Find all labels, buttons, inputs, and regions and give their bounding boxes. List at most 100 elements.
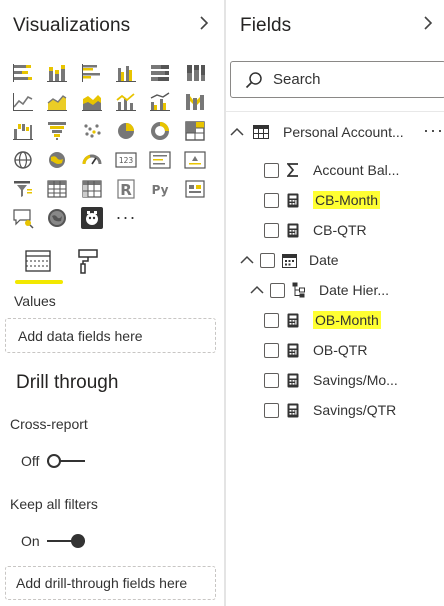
- drill-through-drop-well[interactable]: Add drill-through fields here: [5, 566, 216, 600]
- calculator-icon: [285, 342, 301, 358]
- field-label: Savings/Mo...: [313, 372, 398, 388]
- search-icon: [245, 71, 262, 88]
- key-influencers-icon[interactable]: [177, 174, 211, 203]
- stacked-column-chart-icon[interactable]: [40, 58, 74, 87]
- field-label: Account Bal...: [313, 162, 400, 178]
- field-row[interactable]: Savings/QTR: [226, 396, 444, 424]
- calculator-icon: [285, 402, 301, 418]
- waterfall-chart-icon[interactable]: [6, 116, 40, 145]
- field-row[interactable]: CB-Month: [226, 186, 444, 214]
- pie-chart-icon[interactable]: [109, 116, 143, 145]
- calculator-icon: [285, 222, 301, 238]
- visualization-gallery: 123 R Py ···: [6, 58, 218, 232]
- chevron-down-icon[interactable]: [230, 125, 244, 139]
- field-label: CB-QTR: [313, 222, 367, 238]
- card-icon[interactable]: 123: [109, 145, 143, 174]
- donut-chart-icon[interactable]: [143, 116, 177, 145]
- sigma-icon: [285, 162, 301, 178]
- ribbon-chart-icon[interactable]: [177, 87, 211, 116]
- area-chart-icon[interactable]: [40, 87, 74, 116]
- more-visuals-text: ···: [115, 207, 137, 227]
- field-row[interactable]: CB-QTR: [226, 216, 444, 244]
- search-input[interactable]: Search: [230, 61, 444, 98]
- drill-through-title: Drill through: [16, 372, 119, 393]
- tab-fields[interactable]: [18, 243, 58, 279]
- tab-format[interactable]: [68, 243, 108, 279]
- values-label: Values: [14, 293, 56, 309]
- treemap-icon[interactable]: [177, 116, 211, 145]
- field-row[interactable]: Account Bal...: [226, 156, 444, 184]
- more-options-icon[interactable]: ···: [423, 120, 444, 141]
- field-checkbox[interactable]: [264, 402, 279, 418]
- field-checkbox[interactable]: [264, 342, 279, 358]
- search-placeholder: Search: [273, 71, 321, 88]
- field-label: OB-QTR: [313, 342, 368, 358]
- table-name: Personal Account...: [283, 124, 404, 140]
- cross-report-state: Off: [21, 453, 40, 469]
- table-grid-icon: [253, 124, 269, 140]
- fields-title: Fields: [240, 15, 292, 36]
- clustered-column-chart-icon[interactable]: [109, 58, 143, 87]
- arcgis-map-icon[interactable]: [40, 203, 74, 232]
- chevron-down-icon[interactable]: [240, 253, 254, 267]
- toggle-knob: [47, 454, 61, 468]
- field-checkbox[interactable]: [264, 192, 279, 208]
- kpi-icon[interactable]: [177, 145, 211, 174]
- field-checkbox[interactable]: [264, 372, 279, 388]
- filled-map-icon[interactable]: [40, 145, 74, 174]
- field-label: Date Hier...: [319, 282, 390, 298]
- field-checkbox[interactable]: [264, 162, 279, 178]
- cross-report-label: Cross-report: [10, 416, 88, 432]
- line-and-column-chart-icon[interactable]: [109, 87, 143, 116]
- field-row[interactable]: OB-Month: [226, 306, 444, 334]
- hierarchy-icon: [291, 282, 307, 298]
- gauge-icon[interactable]: [75, 145, 109, 174]
- values-drop-well[interactable]: Add data fields here: [5, 318, 216, 353]
- map-icon[interactable]: [6, 145, 40, 174]
- field-row[interactable]: OB-QTR: [226, 336, 444, 364]
- custom-visual-icon[interactable]: [75, 203, 109, 232]
- 100-stacked-column-chart-icon[interactable]: [177, 58, 211, 87]
- card-icon-text: 123: [119, 156, 134, 165]
- chevron-down-icon[interactable]: [250, 283, 264, 297]
- calculator-icon: [285, 312, 301, 328]
- line-and-clustered-column-chart-icon[interactable]: [143, 87, 177, 116]
- table-row-personal-account[interactable]: Personal Account... ···: [226, 118, 444, 146]
- funnel-chart-icon[interactable]: [40, 116, 74, 145]
- fields-pane: Fields Search Personal Account... ··· Ac…: [226, 0, 444, 606]
- field-checkbox[interactable]: [264, 222, 279, 238]
- line-chart-icon[interactable]: [6, 87, 40, 116]
- field-label: Savings/QTR: [313, 402, 397, 418]
- r-script-visual-icon[interactable]: R: [109, 174, 143, 203]
- field-row[interactable]: Savings/Mo...: [226, 366, 444, 394]
- stacked-bar-chart-icon[interactable]: [6, 58, 40, 87]
- keep-filters-toggle[interactable]: On: [21, 533, 85, 549]
- chevron-right-icon[interactable]: [422, 15, 434, 36]
- 100-stacked-bar-chart-icon[interactable]: [143, 58, 177, 87]
- more-visuals-icon[interactable]: ···: [109, 203, 143, 232]
- fields-tab-icon: [25, 250, 51, 272]
- field-checkbox[interactable]: [260, 252, 275, 268]
- calendar-icon: [281, 252, 297, 268]
- scatter-chart-icon[interactable]: [75, 116, 109, 145]
- py-icon-text: Py: [152, 183, 169, 197]
- calculator-icon: [285, 372, 301, 388]
- chevron-right-icon[interactable]: [198, 15, 210, 36]
- field-checkbox[interactable]: [264, 312, 279, 328]
- field-row[interactable]: Date: [226, 246, 444, 274]
- field-label: OB-Month: [313, 311, 381, 329]
- python-visual-icon[interactable]: Py: [143, 174, 177, 203]
- clustered-bar-chart-icon[interactable]: [75, 58, 109, 87]
- table-icon[interactable]: [40, 174, 74, 203]
- toggle-track: [47, 454, 85, 468]
- multi-row-card-icon[interactable]: [143, 145, 177, 174]
- matrix-icon[interactable]: [75, 174, 109, 203]
- qa-visual-icon[interactable]: [6, 203, 40, 232]
- slicer-icon[interactable]: [6, 174, 40, 203]
- r-icon-text: R: [120, 181, 132, 199]
- field-checkbox[interactable]: [270, 282, 285, 298]
- field-label: CB-Month: [313, 191, 381, 209]
- cross-report-toggle[interactable]: Off: [21, 453, 85, 469]
- stacked-area-chart-icon[interactable]: [75, 87, 109, 116]
- field-row[interactable]: Date Hier...: [226, 276, 444, 304]
